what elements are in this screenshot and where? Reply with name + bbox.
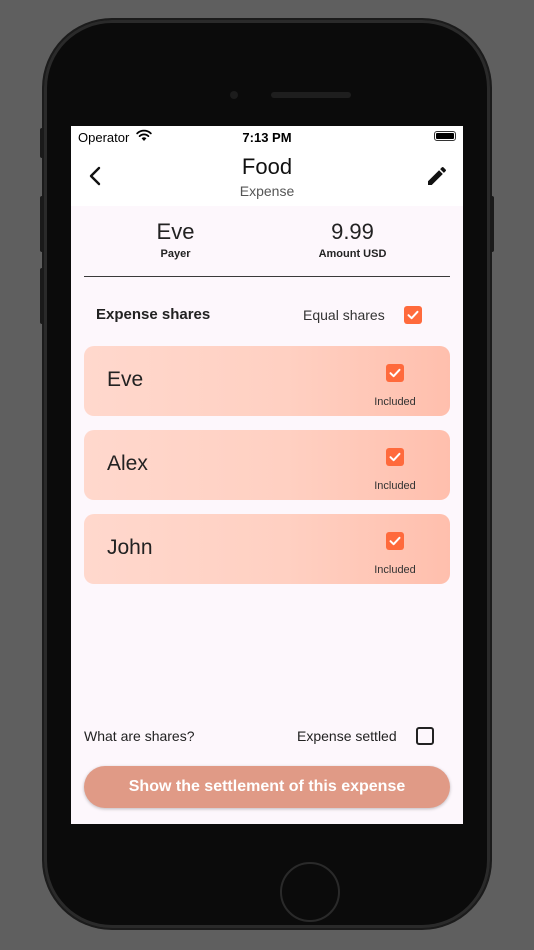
share-card-alex[interactable]: Alex Included [84, 430, 450, 500]
included-label: Included [374, 480, 416, 492]
volume-up-button [40, 196, 44, 252]
included-checkbox[interactable] [386, 448, 404, 466]
amount-value: 9.99 [331, 219, 374, 244]
expense-shares-heading: Expense shares [96, 306, 211, 323]
person-name: John [107, 536, 153, 559]
expense-settled-checkbox[interactable] [416, 727, 434, 745]
status-time: 7:13 PM [242, 130, 292, 145]
app-screen: Operator 7:13 PM Food Expense Eve Payer … [71, 126, 463, 824]
expense-summary: Eve Payer 9.99 Amount USD [84, 218, 450, 278]
payer-value: Eve [156, 219, 195, 244]
power-button [490, 196, 494, 252]
share-card-john[interactable]: John Included [84, 514, 450, 584]
show-settlement-button[interactable]: Show the settlement of this expense [84, 766, 450, 808]
camera [230, 91, 238, 99]
payer-label: Payer [160, 248, 191, 260]
battery-icon [434, 131, 456, 141]
expense-settled-label: Expense settled [297, 728, 397, 744]
checkmark-icon [389, 368, 401, 378]
pencil-icon [428, 166, 447, 185]
amount-column: 9.99 Amount USD [261, 218, 444, 260]
speaker-grille [271, 92, 351, 98]
navigation-bar: Food Expense [71, 148, 463, 206]
page-subtitle: Expense [239, 183, 295, 199]
person-name: Alex [107, 452, 148, 475]
amount-label: Amount USD [318, 248, 387, 260]
payer-column: Eve Payer [84, 218, 267, 260]
person-name: Eve [107, 368, 144, 391]
included-label: Included [374, 396, 416, 408]
status-bar: Operator 7:13 PM [71, 126, 463, 148]
summary-divider [84, 276, 450, 277]
checkmark-icon [389, 536, 401, 546]
included-checkbox[interactable] [386, 532, 404, 550]
equal-shares-checkbox[interactable] [404, 306, 422, 324]
page-title: Food [241, 154, 293, 179]
checkmark-icon [407, 310, 419, 320]
mute-switch [40, 128, 44, 158]
home-button[interactable] [280, 862, 340, 922]
checkmark-icon [389, 452, 401, 462]
equal-shares-label: Equal shares [303, 307, 385, 323]
volume-down-button [40, 268, 44, 324]
what-are-shares-link[interactable]: What are shares? [84, 728, 195, 744]
edit-button[interactable] [425, 164, 449, 188]
share-card-eve[interactable]: Eve Included [84, 346, 450, 416]
included-label: Included [374, 564, 416, 576]
included-checkbox[interactable] [386, 364, 404, 382]
